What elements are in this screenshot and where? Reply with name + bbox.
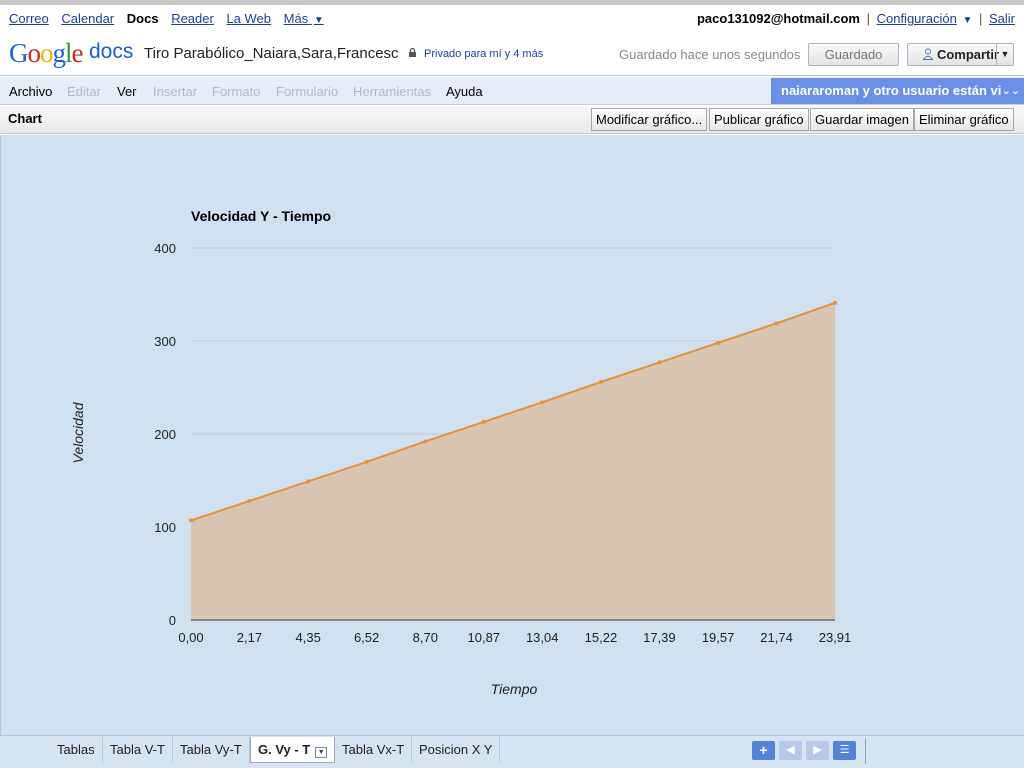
menu-herramientas[interactable]: Herramientas xyxy=(353,84,431,99)
docs-logo-text: docs xyxy=(89,40,134,63)
sheet-list-icon[interactable]: ☰ xyxy=(833,741,856,760)
menu-ayuda[interactable]: Ayuda xyxy=(446,84,483,99)
person-icon xyxy=(922,48,934,60)
data-point xyxy=(774,321,779,326)
menu-editar[interactable]: Editar xyxy=(67,84,101,99)
sheet-tab-g-vy-t[interactable]: G. Vy - T ▼ xyxy=(250,737,336,763)
divider xyxy=(865,738,866,764)
sheet-tab-posicion-x-y[interactable]: Posicion X Y xyxy=(412,737,501,763)
y-tick-label: 300 xyxy=(154,334,176,349)
chart-title: Velocidad Y - Tiempo xyxy=(191,208,331,224)
y-axis-label: Velocidad xyxy=(70,401,86,463)
data-point xyxy=(364,459,369,464)
nav-link-calendar[interactable]: Calendar xyxy=(61,11,114,26)
chart-svg: Velocidad Y - Tiempo Velocidad Tiempo 0 1… xyxy=(70,208,852,697)
x-tick-label: 15,22 xyxy=(585,630,618,645)
x-tick-label: 23,91 xyxy=(819,630,852,645)
saved-button[interactable]: Guardado xyxy=(808,43,899,66)
menu-archivo[interactable]: Archivo xyxy=(9,84,52,99)
x-tick-label: 13,04 xyxy=(526,630,559,645)
nav-link-docs-active: Docs xyxy=(126,11,159,26)
sheet-tab-tablas[interactable]: Tablas xyxy=(50,737,103,763)
data-point xyxy=(306,479,311,484)
x-tick-label: 0,00 xyxy=(178,630,203,645)
double-chevron-down-icon: ⌄⌄ xyxy=(1001,85,1020,97)
x-tick-label: 4,35 xyxy=(296,630,321,645)
data-point xyxy=(189,518,193,523)
global-nav-bar: Correo Calendar Docs Reader La Web Más ▼… xyxy=(0,8,1024,30)
sheet-tab-tabla-vx-t[interactable]: Tabla Vx-T xyxy=(335,737,413,763)
sheet-tab-tabla-vy-t[interactable]: Tabla Vy-T xyxy=(173,737,250,763)
chevron-down-icon: ▼ xyxy=(313,15,324,26)
x-tick-label: 8,70 xyxy=(413,630,438,645)
y-tick-label: 0 xyxy=(169,613,176,628)
menu-ver[interactable]: Ver xyxy=(117,84,137,99)
tab-dropdown-icon[interactable]: ▼ xyxy=(315,747,328,758)
share-button[interactable]: Compartir ▼ xyxy=(907,43,1014,66)
modify-chart-button[interactable]: Modificar gráfico... xyxy=(591,108,708,131)
menu-formulario[interactable]: Formulario xyxy=(276,84,338,99)
y-tick-label: 400 xyxy=(154,241,176,256)
lock-icon xyxy=(409,48,416,57)
x-tick-label: 2,17 xyxy=(237,630,262,645)
save-image-button[interactable]: Guardar imagen xyxy=(810,108,914,131)
google-logo[interactable]: Google xyxy=(9,38,83,69)
chevron-down-icon[interactable]: ▼ xyxy=(962,15,972,26)
next-sheet-arrow-icon[interactable]: ▶ xyxy=(806,741,829,760)
chart-toolbar: Chart Modificar gráfico... Publicar gráf… xyxy=(0,106,1024,134)
signout-link[interactable]: Salir xyxy=(989,11,1015,26)
x-tick-label: 17,39 xyxy=(643,630,676,645)
collaborators-text: naiararoman y otro usuario están vi xyxy=(781,83,1002,98)
delete-chart-button[interactable]: Eliminar gráfico xyxy=(914,108,1014,131)
global-nav-links: Correo Calendar Docs Reader La Web Más ▼ xyxy=(9,11,333,26)
document-title[interactable]: Tiro Parabólico_Naiara,Sara,Francesc xyxy=(144,45,399,62)
x-axis-label: Tiempo xyxy=(491,681,538,697)
sheet-tab-bar: Tablas Tabla V-T Tabla Vy-T G. Vy - T ▼ T… xyxy=(0,735,1024,768)
data-point xyxy=(716,340,721,345)
data-point xyxy=(423,439,428,444)
previous-sheet-arrow-icon[interactable]: ◀ xyxy=(779,741,802,760)
menu-formato[interactable]: Formato xyxy=(212,84,260,99)
sheet-tab-tabla-v-t[interactable]: Tabla V-T xyxy=(103,737,173,763)
document-header: Google docs Tiro Parabólico_Naiara,Sara,… xyxy=(0,34,1024,76)
window-top-strip xyxy=(0,0,1024,5)
share-button-label: Compartir xyxy=(936,47,1000,62)
collaborators-banner[interactable]: naiararoman y otro usuario están vi ⌄⌄ xyxy=(771,78,1024,104)
share-dropdown-chevron-icon[interactable]: ▼ xyxy=(996,44,1013,65)
data-point xyxy=(247,498,252,503)
x-tick-label: 6,52 xyxy=(354,630,379,645)
add-sheet-plus-icon[interactable]: + xyxy=(752,741,775,760)
nav-link-correo[interactable]: Correo xyxy=(9,11,49,26)
data-point xyxy=(481,419,486,424)
y-tick-label: 100 xyxy=(154,520,176,535)
divider: | xyxy=(978,11,983,26)
y-tick-label: 200 xyxy=(154,427,176,442)
x-tick-label: 10,87 xyxy=(468,630,501,645)
publish-chart-button[interactable]: Publicar gráfico xyxy=(709,108,809,131)
menu-insertar[interactable]: Insertar xyxy=(153,84,197,99)
save-status: Guardado hace unos segundos xyxy=(619,47,801,62)
account-nav: paco131092@hotmail.com | Configuración ▼… xyxy=(697,11,1015,26)
x-tick-label: 19,57 xyxy=(702,630,735,645)
nav-link-reader[interactable]: Reader xyxy=(171,11,214,26)
sheet-tab-g-vy-t-label: G. Vy - T xyxy=(258,742,311,757)
data-point xyxy=(833,300,837,305)
chart-toolbar-label: Chart xyxy=(8,111,42,126)
x-tick-label: 21,74 xyxy=(760,630,793,645)
chart-area: Velocidad Y - Tiempo Velocidad Tiempo 0 1… xyxy=(0,135,1024,735)
nav-link-mas[interactable]: Más ▼ xyxy=(284,11,324,26)
settings-link[interactable]: Configuración xyxy=(877,11,957,26)
user-email: paco131092@hotmail.com xyxy=(696,11,860,26)
nav-link-mas-label: Más xyxy=(283,11,309,26)
nav-link-la-web[interactable]: La Web xyxy=(226,11,271,26)
series-area-fill xyxy=(191,302,835,620)
menu-bar: Archivo Editar Ver Insertar Formato Form… xyxy=(0,77,1024,105)
data-point xyxy=(657,360,662,365)
data-point xyxy=(540,400,545,405)
privacy-status-link[interactable]: Privado para mí y 4 más xyxy=(424,48,543,60)
divider: | xyxy=(866,11,870,26)
data-point xyxy=(598,379,603,384)
